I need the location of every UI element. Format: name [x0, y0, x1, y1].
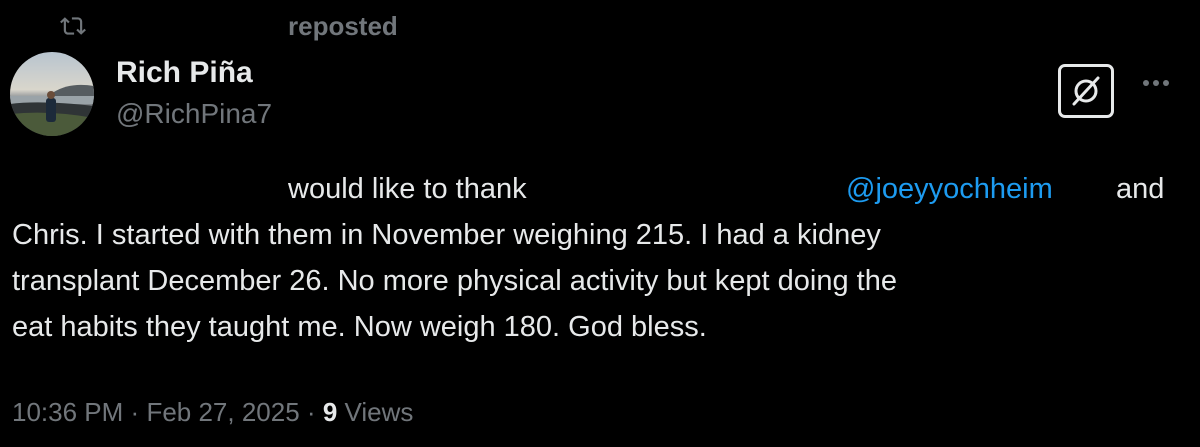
more-icon — [1143, 80, 1169, 86]
views-label: Views — [344, 397, 414, 427]
repost-header: reposted — [60, 8, 398, 44]
grok-icon — [1072, 76, 1100, 106]
avatar[interactable] — [10, 52, 94, 136]
tweet-line: Chris. I started with them in November w… — [12, 219, 881, 251]
avatar-photo — [10, 52, 94, 136]
repost-icon — [60, 17, 86, 35]
mention-link[interactable]: @joeyyochheim — [846, 166, 1053, 212]
tweet-text-segment: and — [1116, 173, 1165, 205]
tweet-time[interactable]: 10:36 PM — [12, 397, 123, 427]
tweet-line: would like to thank @joeyyochheim and — [12, 166, 1188, 212]
tweet-line: eat habits they taught me. Now weigh 180… — [12, 311, 707, 343]
meta-separator: · — [306, 397, 316, 427]
meta-separator: · — [130, 397, 140, 427]
tweet-line: transplant December 26. No more physical… — [12, 265, 897, 297]
tweet-body: would like to thank @joeyyochheim and Ch… — [12, 166, 1188, 350]
author-name[interactable]: Rich Piña — [116, 56, 253, 90]
tweet-text-segment: would like to thank — [288, 173, 527, 205]
more-options-button[interactable] — [1138, 68, 1174, 98]
tweet-meta: 10:36 PM · Feb 27, 2025 · 9 Views — [12, 392, 413, 432]
tweet-date[interactable]: Feb 27, 2025 — [146, 397, 299, 427]
grok-button[interactable] — [1058, 64, 1114, 118]
author-handle[interactable]: @RichPina7 — [116, 98, 272, 130]
views-count: 9 — [322, 397, 338, 427]
repost-label: reposted — [288, 11, 398, 41]
